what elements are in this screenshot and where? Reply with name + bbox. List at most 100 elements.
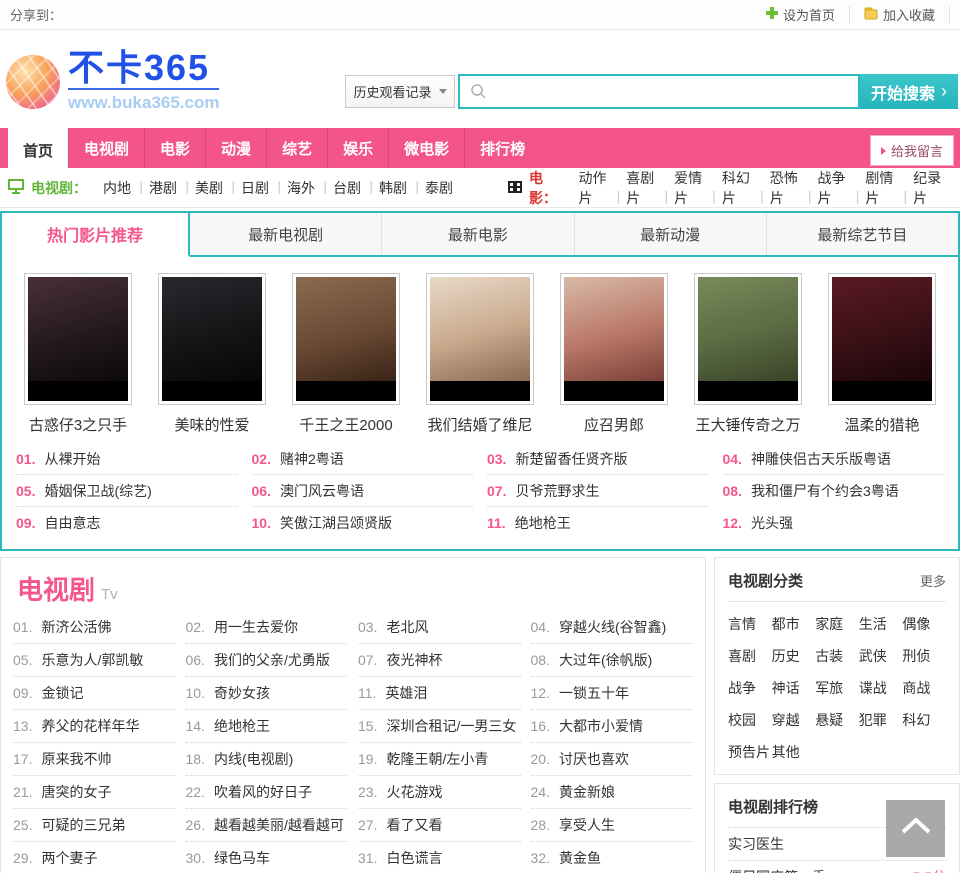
category-link[interactable]: 都市 bbox=[772, 614, 816, 634]
tv-list-item[interactable]: 10. 奇妙女孩 bbox=[185, 677, 348, 710]
subnav-movie-link[interactable]: 爱情片 bbox=[665, 168, 716, 208]
subnav-tv-link[interactable]: 韩剧 bbox=[370, 178, 419, 198]
nav-item[interactable]: 微电影 bbox=[388, 128, 464, 168]
subnav-movie-link[interactable]: 喜剧片 bbox=[617, 168, 668, 208]
category-link[interactable]: 校园 bbox=[728, 710, 772, 730]
hot-list-item[interactable]: 08. 我和僵尸有个约会3粤语 bbox=[723, 475, 945, 507]
featured-tab[interactable]: 最新动漫 bbox=[573, 213, 766, 255]
hot-list-item[interactable]: 02. 赌神2粤语 bbox=[251, 443, 473, 475]
subnav-tv-link[interactable]: 内地 bbox=[94, 178, 143, 198]
category-link[interactable]: 神话 bbox=[772, 678, 816, 698]
hot-list-item[interactable]: 01. 从裸开始 bbox=[16, 443, 238, 475]
tv-list-item[interactable]: 04. 穿越火线(谷智鑫) bbox=[530, 611, 693, 644]
poster-card[interactable]: 我们结婚了维尼 bbox=[426, 273, 534, 435]
category-link[interactable]: 犯罪 bbox=[859, 710, 903, 730]
tv-list-item[interactable]: 28. 享受人生 bbox=[530, 809, 693, 842]
category-link[interactable]: 喜剧 bbox=[728, 646, 772, 666]
set-home-link[interactable]: 设为首页 bbox=[752, 7, 849, 23]
tv-list-item[interactable]: 22. 吹着风的好日子 bbox=[185, 776, 348, 809]
featured-tab[interactable]: 热门影片推荐 bbox=[2, 213, 190, 257]
tv-list-item[interactable]: 15. 深圳合租记/一男三女 bbox=[358, 710, 521, 743]
tv-list-item[interactable]: 14. 绝地枪王 bbox=[185, 710, 348, 743]
category-link[interactable]: 谍战 bbox=[859, 678, 903, 698]
subnav-tv-link[interactable]: 海外 bbox=[278, 178, 327, 198]
tv-list-item[interactable]: 13. 养父的花样年华 bbox=[13, 710, 176, 743]
subnav-movie-link[interactable]: 战争片 bbox=[809, 168, 860, 208]
hot-list-item[interactable]: 06. 澳门风云粤语 bbox=[251, 475, 473, 507]
tv-list-item[interactable]: 18. 内线(电视剧) bbox=[185, 743, 348, 776]
nav-item[interactable]: 娱乐 bbox=[327, 128, 388, 168]
ranking-row[interactable]: 僵尸国度第一季 5.5分 bbox=[728, 861, 946, 873]
poster-card[interactable]: 王大锤传奇之万 bbox=[694, 273, 802, 435]
more-link[interactable]: 更多 bbox=[920, 571, 946, 590]
add-favorite-link[interactable]: 加入收藏 bbox=[848, 6, 949, 23]
tv-list-item[interactable]: 25. 可疑的三兄弟 bbox=[13, 809, 176, 842]
category-link[interactable]: 军旅 bbox=[815, 678, 859, 698]
tv-list-item[interactable]: 12. 一锁五十年 bbox=[530, 677, 693, 710]
poster-card[interactable]: 温柔的猎艳 bbox=[828, 273, 936, 435]
site-logo[interactable]: 不卡365 www.buka365.com bbox=[6, 50, 220, 113]
tv-list-item[interactable]: 26. 越看越美丽/越看越可 bbox=[185, 809, 348, 842]
category-link[interactable]: 武侠 bbox=[859, 646, 903, 666]
subnav-movie-link[interactable]: 纪录片 bbox=[904, 168, 952, 208]
hot-list-item[interactable]: 11. 绝地枪王 bbox=[487, 507, 709, 539]
hot-list-item[interactable]: 03. 新楚留香任贤齐版 bbox=[487, 443, 709, 475]
nav-item[interactable]: 首页 bbox=[8, 128, 69, 172]
search-button[interactable]: 开始搜索 › bbox=[860, 74, 958, 109]
featured-tab[interactable]: 最新电视剧 bbox=[190, 213, 381, 255]
back-to-top-button[interactable] bbox=[886, 800, 945, 857]
tv-list-item[interactable]: 23. 火花游戏 bbox=[358, 776, 521, 809]
subnav-tv-link[interactable]: 美剧 bbox=[186, 178, 235, 198]
poster-card[interactable]: 古惑仔3之只手 bbox=[24, 273, 132, 435]
subnav-movie-link[interactable]: 恐怖片 bbox=[761, 168, 812, 208]
tv-list-item[interactable]: 31. 白色谎言 bbox=[358, 842, 521, 873]
tv-list-item[interactable]: 03. 老北风 bbox=[358, 611, 521, 644]
category-link[interactable]: 悬疑 bbox=[815, 710, 859, 730]
hot-list-item[interactable]: 05. 婚姻保卫战(综艺) bbox=[16, 475, 238, 507]
hot-list-item[interactable]: 09. 自由意志 bbox=[16, 507, 238, 539]
hot-list-item[interactable]: 07. 贝爷荒野求生 bbox=[487, 475, 709, 507]
tv-list-item[interactable]: 20. 讨厌也喜欢 bbox=[530, 743, 693, 776]
tv-list-item[interactable]: 24. 黄金新娘 bbox=[530, 776, 693, 809]
hot-list-item[interactable]: 04. 神雕侠侣古天乐版粤语 bbox=[722, 443, 944, 475]
subnav-movie-link[interactable]: 剧情片 bbox=[856, 168, 907, 208]
subnav-tv-link[interactable]: 港剧 bbox=[140, 178, 189, 198]
nav-item[interactable]: 电视剧 bbox=[68, 128, 144, 168]
tv-list-item[interactable]: 07. 夜光神杯 bbox=[358, 644, 521, 677]
search-input[interactable] bbox=[458, 74, 860, 109]
category-link[interactable]: 刑侦 bbox=[902, 646, 946, 666]
category-link[interactable]: 言情 bbox=[728, 614, 772, 634]
subnav-tv-link[interactable]: 泰剧 bbox=[416, 178, 462, 198]
tv-list-item[interactable]: 05. 乐意为人/郭凯敏 bbox=[13, 644, 176, 677]
featured-tab[interactable]: 最新综艺节目 bbox=[765, 213, 958, 255]
tv-list-item[interactable]: 06. 我们的父亲/尤勇版 bbox=[185, 644, 348, 677]
nav-item[interactable]: 电影 bbox=[144, 128, 205, 168]
category-link[interactable]: 预告片 bbox=[728, 742, 772, 762]
featured-tab[interactable]: 最新电影 bbox=[381, 213, 573, 255]
history-dropdown[interactable]: 历史观看记录 bbox=[345, 75, 455, 108]
subnav-movie-link[interactable]: 动作片 bbox=[569, 168, 620, 208]
tv-list-item[interactable]: 02. 用一生去爱你 bbox=[185, 611, 348, 644]
category-link[interactable]: 商战 bbox=[902, 678, 946, 698]
tv-list-item[interactable]: 08. 大过年(徐帆版) bbox=[530, 644, 693, 677]
category-link[interactable]: 生活 bbox=[859, 614, 903, 634]
message-button[interactable]: 给我留言 bbox=[869, 135, 954, 166]
subnav-movie-link[interactable]: 科幻片 bbox=[713, 168, 764, 208]
tv-list-item[interactable]: 21. 唐突的女子 bbox=[13, 776, 176, 809]
nav-item[interactable]: 综艺 bbox=[266, 128, 327, 168]
tv-list-item[interactable]: 29. 两个妻子 bbox=[13, 842, 176, 873]
tv-list-item[interactable]: 17. 原来我不帅 bbox=[13, 743, 176, 776]
tv-list-item[interactable]: 32. 黄金鱼 bbox=[531, 842, 694, 873]
category-link[interactable]: 战争 bbox=[728, 678, 772, 698]
tv-list-item[interactable]: 11. 英雄泪 bbox=[358, 677, 521, 710]
tv-list-item[interactable]: 27. 看了又看 bbox=[358, 809, 521, 842]
category-link[interactable]: 历史 bbox=[772, 646, 816, 666]
category-link[interactable]: 偶像 bbox=[902, 614, 946, 634]
tv-list-item[interactable]: 19. 乾隆王朝/左小青 bbox=[358, 743, 521, 776]
nav-item[interactable]: 排行榜 bbox=[464, 128, 540, 168]
nav-item[interactable]: 动漫 bbox=[205, 128, 266, 168]
tv-list-item[interactable]: 09. 金锁记 bbox=[13, 677, 176, 710]
poster-card[interactable]: 应召男郎 bbox=[560, 273, 668, 435]
subnav-tv-link[interactable]: 日剧 bbox=[232, 178, 281, 198]
tv-list-item[interactable]: 30. 绿色马车 bbox=[186, 842, 349, 873]
